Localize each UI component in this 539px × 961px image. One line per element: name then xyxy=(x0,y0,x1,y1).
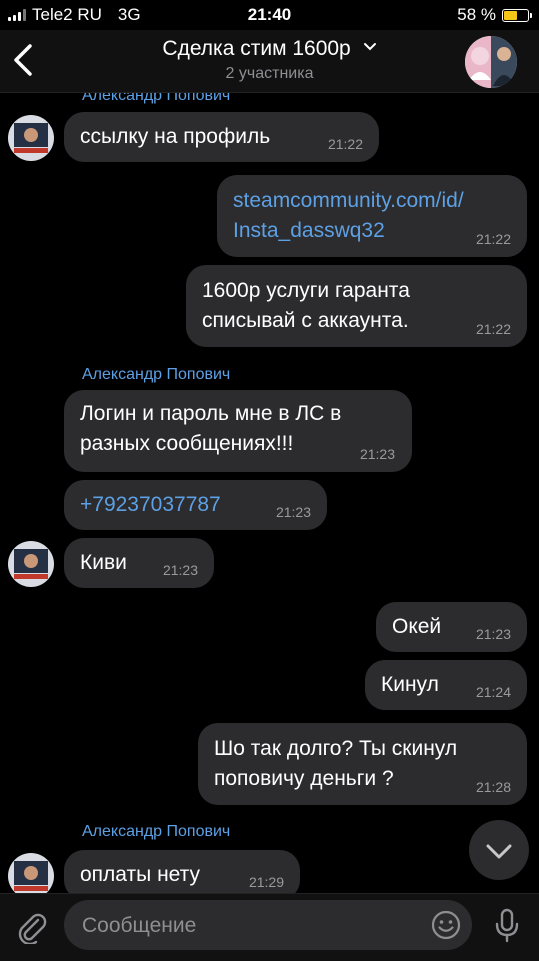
message-time: 21:23 xyxy=(162,562,198,578)
message-bubble[interactable]: ссылку на профиль 21:22 xyxy=(64,112,379,162)
group-avatar-image xyxy=(465,36,517,88)
message-text: Окей xyxy=(392,615,442,638)
battery-icon xyxy=(502,8,532,22)
message-bubble[interactable]: оплаты нету 21:29 xyxy=(64,850,300,893)
message-time: 21:22 xyxy=(475,321,511,337)
message-bubble[interactable]: Окей 21:23 xyxy=(376,602,527,652)
message-text: Логин и пароль мне в ЛС в разных сообщен… xyxy=(80,402,342,455)
message-bubble[interactable]: Киви 21:23 xyxy=(64,538,214,588)
profile-link[interactable]: steamcommunity.com/id/ Insta_dasswq32 xyxy=(233,189,464,242)
sender-avatar[interactable] xyxy=(8,541,54,587)
chat-avatar[interactable] xyxy=(465,36,517,88)
message-text: Шо так долго? Ты скинул поповичу деньги … xyxy=(214,737,458,790)
message-time: 21:24 xyxy=(475,684,511,700)
sender-name: Александр Попович xyxy=(82,823,231,840)
chat-subtitle: 2 участника xyxy=(225,65,314,82)
status-bar: Tele2 RU 3G 21:40 58 % xyxy=(0,0,539,30)
chevron-down-icon xyxy=(363,43,376,51)
paperclip-icon xyxy=(18,913,47,946)
chevron-down-icon xyxy=(486,844,512,859)
message-input[interactable]: Сообщение xyxy=(64,900,472,950)
message-time: 21:23 xyxy=(359,446,395,462)
sender-name: Александр Попович xyxy=(82,93,231,104)
message-text: 1600р услуги гаранта списывай с аккаунта… xyxy=(202,279,410,332)
microphone-icon xyxy=(495,908,519,943)
sender-name: Александр Попович xyxy=(82,366,231,383)
message-time: 21:23 xyxy=(275,504,311,520)
message-time: 21:29 xyxy=(248,874,284,890)
chat-header: Сделка стим 1600р 2 участника xyxy=(0,30,539,93)
message-text: ссылку на профиль xyxy=(80,125,271,148)
message-time: 21:28 xyxy=(475,779,511,795)
battery-percent: 58 % xyxy=(457,5,496,24)
message-bubble[interactable]: Шо так долго? Ты скинул поповичу деньги … xyxy=(198,723,527,805)
message-text: Киви xyxy=(80,551,127,574)
message-time: 21:23 xyxy=(475,626,511,642)
message-bubble[interactable]: steamcommunity.com/id/ Insta_dasswq32 21… xyxy=(217,175,527,257)
emoji-button[interactable] xyxy=(430,909,462,941)
message-bubble[interactable]: Логин и пароль мне в ЛС в разных сообщен… xyxy=(64,390,412,472)
message-input-bar: Сообщение xyxy=(0,893,539,961)
message-time: 21:22 xyxy=(475,231,511,247)
chat-title: Сделка стим 1600р xyxy=(162,37,351,60)
message-text: оплаты нету xyxy=(80,863,201,886)
phone-link[interactable]: +79237037787 xyxy=(80,493,221,516)
user-avatar-image xyxy=(8,853,54,893)
sender-avatar[interactable] xyxy=(8,853,54,893)
user-avatar-image xyxy=(8,115,54,161)
message-bubble[interactable]: 1600р услуги гаранта списывай с аккаунта… xyxy=(186,265,527,347)
user-avatar-image xyxy=(8,541,54,587)
scroll-down-button[interactable] xyxy=(469,820,529,880)
message-bubble[interactable]: +79237037787 21:23 xyxy=(64,480,327,530)
sender-avatar[interactable] xyxy=(8,115,54,161)
message-time: 21:22 xyxy=(327,136,363,152)
message-placeholder: Сообщение xyxy=(82,914,197,937)
smiley-icon xyxy=(431,910,461,940)
chat-title-button[interactable]: Сделка стим 1600р xyxy=(0,37,539,61)
message-list[interactable]: Александр Попович ссылку на профиль 21:2… xyxy=(0,93,539,893)
voice-button[interactable] xyxy=(493,908,521,944)
status-right: 58 % xyxy=(457,5,532,25)
message-text: Кинул xyxy=(381,673,439,696)
message-bubble[interactable]: Кинул 21:24 xyxy=(365,660,527,710)
attach-button[interactable] xyxy=(14,910,48,946)
